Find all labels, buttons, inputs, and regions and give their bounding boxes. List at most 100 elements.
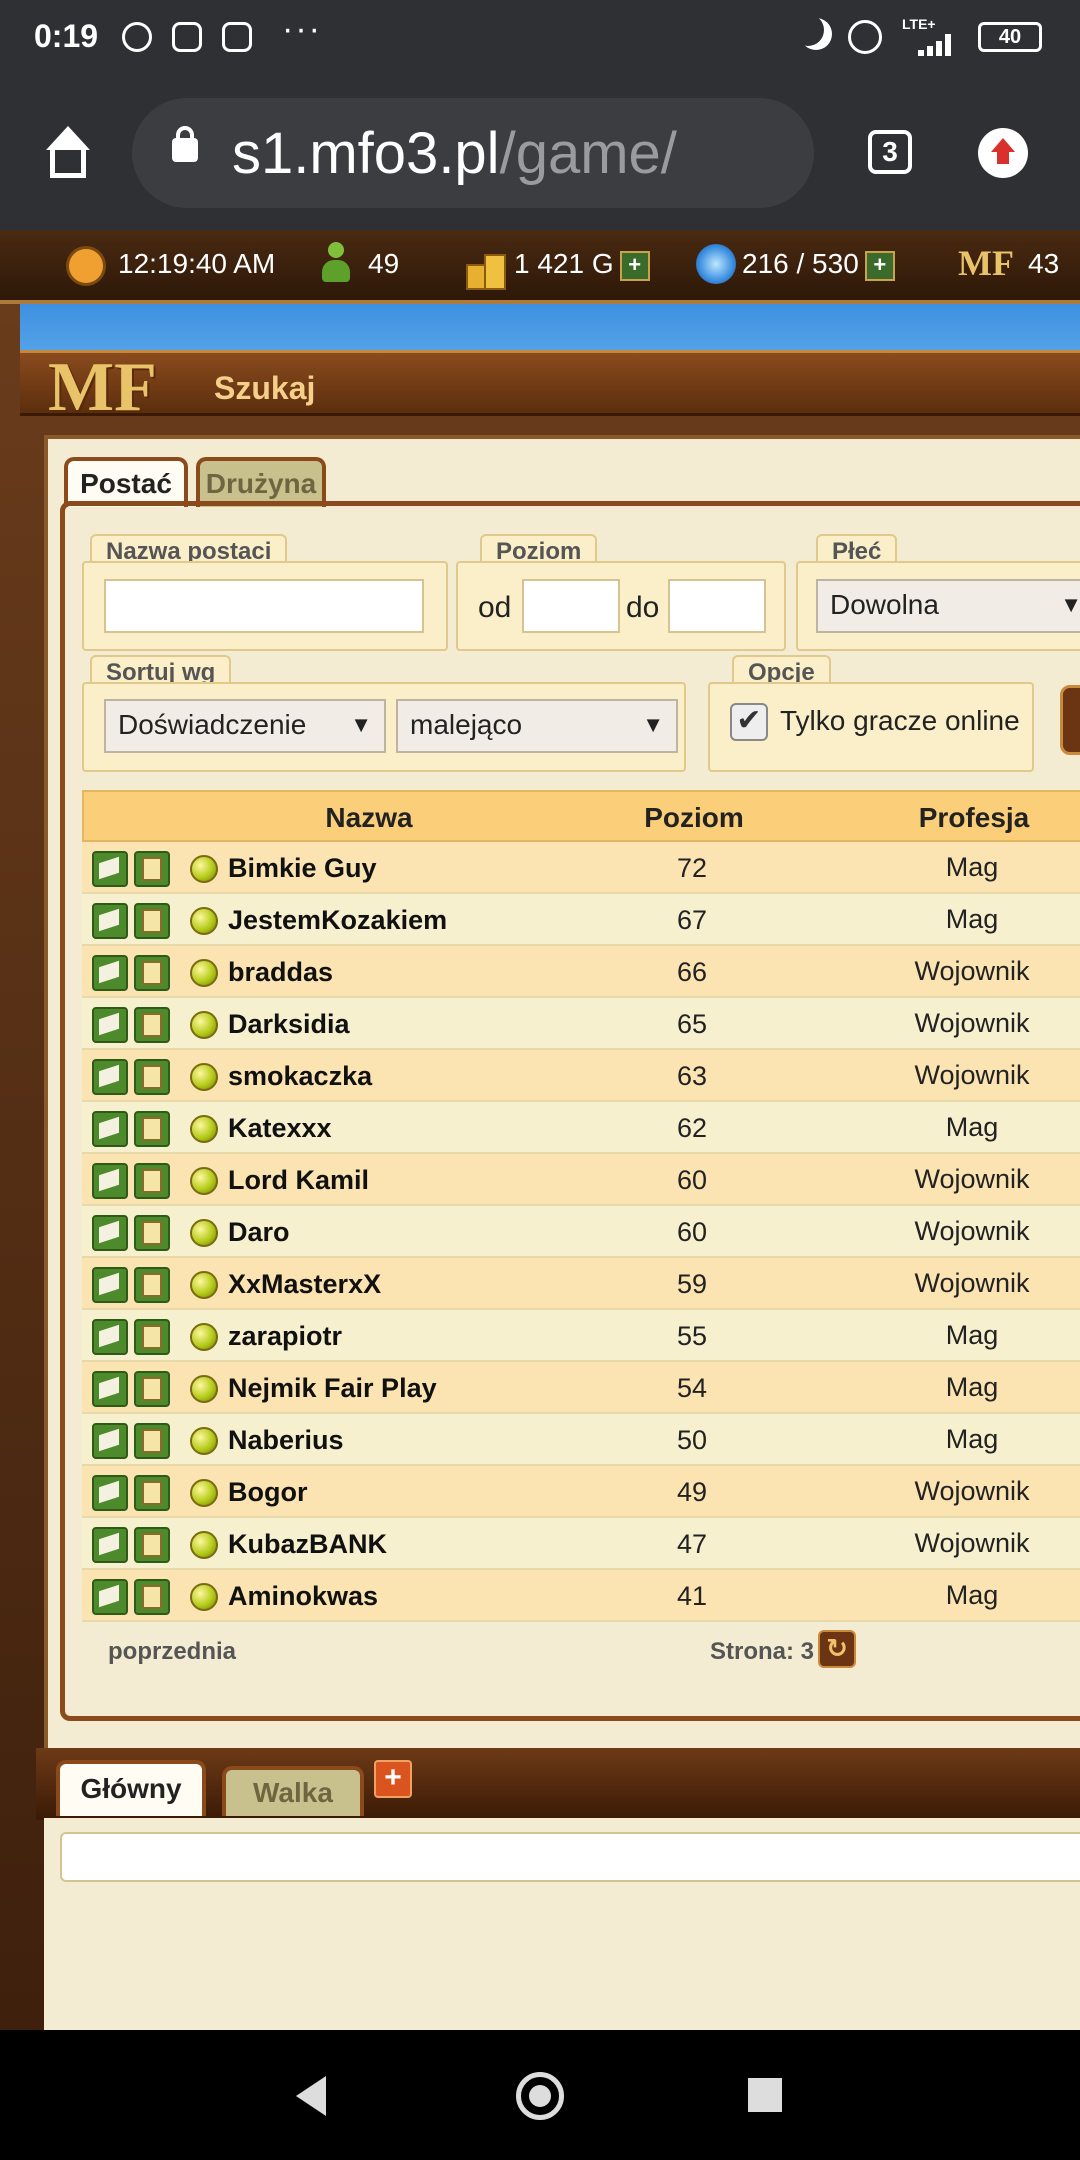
character-name[interactable]: JestemKozakiem (228, 894, 447, 946)
message-icon[interactable] (92, 851, 128, 887)
table-row[interactable]: zarapiotr 55 Mag (82, 1310, 1080, 1362)
character-name[interactable]: Katexxx (228, 1102, 332, 1154)
table-row[interactable]: Katexxx 62 Mag (82, 1102, 1080, 1154)
character-name[interactable]: Bimkie Guy (228, 842, 377, 894)
message-icon[interactable] (92, 1267, 128, 1303)
profile-card-icon[interactable] (134, 955, 170, 991)
online-status-icon (190, 1375, 218, 1403)
character-name[interactable]: Darksidia (228, 998, 350, 1050)
update-icon[interactable] (978, 128, 1028, 178)
add-gold-button[interactable]: + (619, 250, 650, 281)
table-row[interactable]: XxMasterxX 59 Wojownik (82, 1258, 1080, 1310)
message-icon[interactable] (92, 1371, 128, 1407)
table-row[interactable]: Bogor 49 Wojownik (82, 1466, 1080, 1518)
more-notifications-icon: ··· (282, 10, 322, 48)
message-icon[interactable] (92, 1163, 128, 1199)
message-icon[interactable] (92, 1423, 128, 1459)
address-bar[interactable]: s1.mfo3.pl/game/ (132, 98, 814, 208)
character-profession: Mag (945, 1580, 999, 1610)
table-row[interactable]: Bimkie Guy 72 Mag (82, 842, 1080, 894)
sort-order-select[interactable]: malejąco ▼ (396, 699, 678, 753)
profile-card-icon[interactable] (134, 1059, 170, 1095)
character-name[interactable]: Lord Kamil (228, 1154, 369, 1206)
character-name[interactable]: KubazBANK (228, 1518, 387, 1570)
table-row[interactable]: smokaczka 63 Wojownik (82, 1050, 1080, 1102)
home-button-icon[interactable] (516, 2072, 564, 2120)
table-row[interactable]: JestemKozakiem 67 Mag (82, 894, 1080, 946)
search-button[interactable] (1060, 685, 1080, 755)
home-icon[interactable] (40, 126, 96, 182)
profile-card-icon[interactable] (134, 1475, 170, 1511)
gender-select[interactable]: Dowolna ▼ (816, 579, 1080, 633)
table-row[interactable]: Aminokwas 41 Mag (82, 1570, 1080, 1622)
add-chat-tab-button[interactable]: + (374, 1760, 412, 1798)
character-name-input[interactable] (104, 579, 424, 633)
character-name[interactable]: braddas (228, 946, 333, 998)
character-name[interactable]: Bogor (228, 1466, 307, 1518)
back-icon[interactable] (296, 2076, 326, 2116)
table-row[interactable]: Daro 60 Wojownik (82, 1206, 1080, 1258)
profile-card-icon[interactable] (134, 851, 170, 887)
level-from-input[interactable] (522, 579, 620, 633)
chevron-down-icon: ▼ (350, 712, 372, 737)
table-row[interactable]: Lord Kamil 60 Wojownik (82, 1154, 1080, 1206)
refresh-icon[interactable]: ↻ (818, 1630, 856, 1668)
profile-card-icon[interactable] (134, 1319, 170, 1355)
add-energy-button[interactable]: + (864, 250, 895, 281)
profile-card-icon[interactable] (134, 1423, 170, 1459)
message-icon[interactable] (92, 955, 128, 991)
character-name[interactable]: Daro (228, 1206, 290, 1258)
sort-by-value: Doświadczenie (118, 709, 307, 740)
recent-apps-icon[interactable] (748, 2078, 782, 2112)
table-row[interactable]: Nejmik Fair Play 54 Mag (82, 1362, 1080, 1414)
message-icon[interactable] (92, 1111, 128, 1147)
character-name[interactable]: Aminokwas (228, 1570, 378, 1622)
online-status-icon (190, 1115, 218, 1143)
message-icon[interactable] (92, 1007, 128, 1043)
table-row[interactable]: braddas 66 Wojownik (82, 946, 1080, 998)
character-name[interactable]: smokaczka (228, 1050, 372, 1102)
table-row[interactable]: KubazBANK 47 Wojownik (82, 1518, 1080, 1570)
profile-card-icon[interactable] (134, 1007, 170, 1043)
gender-value: Dowolna (830, 589, 939, 620)
tab-team[interactable]: Drużyna (196, 457, 326, 507)
character-name[interactable]: zarapiotr (228, 1310, 342, 1362)
level-to-input[interactable] (668, 579, 766, 633)
character-profession: Wojownik (914, 956, 1030, 986)
tab-switcher-button[interactable]: 3 (868, 130, 912, 174)
profile-card-icon[interactable] (134, 1579, 170, 1615)
table-header: Nazwa Poziom Profesja (82, 790, 1080, 842)
character-name[interactable]: Naberius (228, 1414, 344, 1466)
character-level: 60 (676, 1217, 708, 1247)
character-level: 41 (676, 1581, 708, 1611)
previous-page-link[interactable]: poprzednia (108, 1638, 236, 1666)
tab-character[interactable]: Postać (64, 457, 188, 507)
message-icon[interactable] (92, 903, 128, 939)
profile-card-icon[interactable] (134, 1527, 170, 1563)
profile-card-icon[interactable] (134, 1163, 170, 1199)
character-name[interactable]: XxMasterxX (228, 1258, 381, 1310)
chat-input[interactable] (60, 1832, 1080, 1882)
header-level: Poziom (644, 802, 744, 833)
profile-card-icon[interactable] (134, 903, 170, 939)
online-only-checkbox[interactable]: ✔ (730, 703, 768, 741)
table-row[interactable]: Naberius 50 Mag (82, 1414, 1080, 1466)
message-icon[interactable] (92, 1579, 128, 1615)
profile-card-icon[interactable] (134, 1215, 170, 1251)
message-icon[interactable] (92, 1215, 128, 1251)
table-row[interactable]: Darksidia 65 Wojownik (82, 998, 1080, 1050)
chevron-down-icon: ▼ (1060, 592, 1080, 617)
profile-card-icon[interactable] (134, 1267, 170, 1303)
profile-card-icon[interactable] (134, 1111, 170, 1147)
profile-card-icon[interactable] (134, 1371, 170, 1407)
online-status-icon (190, 1323, 218, 1351)
character-name[interactable]: Nejmik Fair Play (228, 1362, 437, 1414)
message-icon[interactable] (92, 1059, 128, 1095)
sort-by-select[interactable]: Doświadczenie ▼ (104, 699, 386, 753)
chat-tab-combat[interactable]: Walka (222, 1766, 364, 1816)
message-icon[interactable] (92, 1319, 128, 1355)
message-icon[interactable] (92, 1527, 128, 1563)
message-icon[interactable] (92, 1475, 128, 1511)
chat-tab-main[interactable]: Główny (56, 1760, 206, 1816)
character-profession: Wojownik (914, 1216, 1030, 1246)
